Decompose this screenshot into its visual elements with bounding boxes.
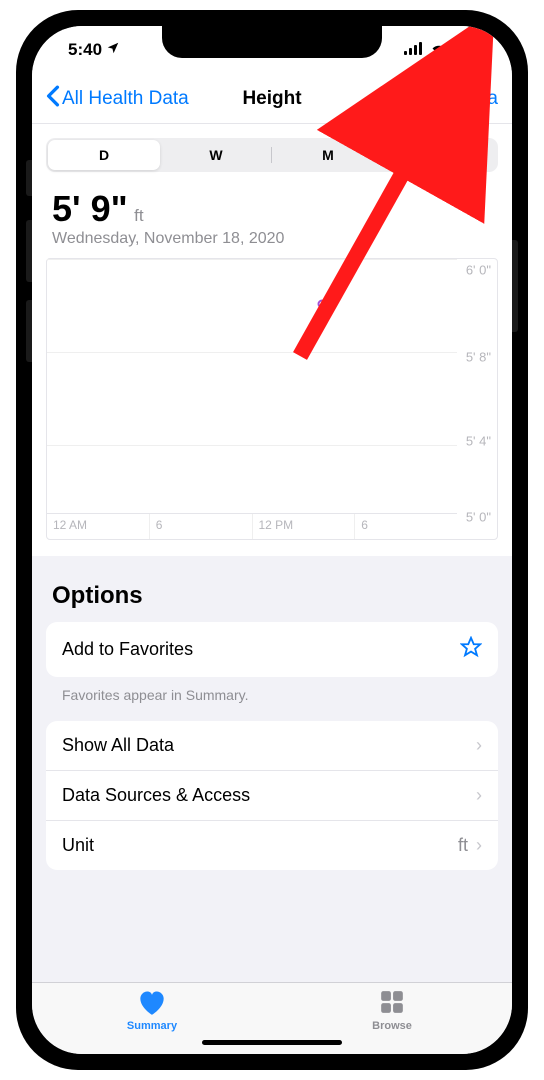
content-white: D W M Y 5' 9" ft Wednesday, November 18,… bbox=[32, 124, 512, 556]
chart-xlabel: 6 bbox=[354, 514, 457, 539]
back-label: All Health Data bbox=[62, 88, 189, 110]
chart-ylabel: 5' 8" bbox=[466, 350, 491, 365]
chart-data-point bbox=[317, 299, 326, 308]
segment-day[interactable]: D bbox=[48, 140, 160, 170]
measurement-date: Wednesday, November 18, 2020 bbox=[52, 230, 492, 248]
measurement-summary: 5' 9" ft Wednesday, November 18, 2020 bbox=[32, 182, 512, 250]
data-group: Show All Data › Data Sources & Access › … bbox=[46, 721, 498, 870]
cell-label: Data Sources & Access bbox=[62, 785, 250, 806]
time-range-segmented: D W M Y bbox=[46, 138, 498, 172]
tab-label: Browse bbox=[372, 1020, 412, 1032]
location-icon bbox=[106, 40, 120, 60]
chart-xaxis: 12 AM 6 12 PM 6 bbox=[47, 513, 457, 539]
options-title: Options bbox=[32, 572, 512, 622]
cell-label: Unit bbox=[62, 835, 94, 856]
page-title: Height bbox=[242, 88, 301, 110]
cellular-icon bbox=[404, 40, 424, 60]
chart-ylabel: 5' 4" bbox=[466, 434, 491, 449]
cell-label: Show All Data bbox=[62, 735, 174, 756]
phone-frame: 5:40 bbox=[16, 10, 528, 1070]
heart-icon bbox=[138, 989, 166, 1018]
wifi-icon bbox=[430, 40, 448, 60]
tab-label: Summary bbox=[127, 1020, 177, 1032]
chevron-right-icon: › bbox=[476, 835, 482, 856]
status-time: 5:40 bbox=[68, 40, 102, 60]
chevron-right-icon: › bbox=[476, 735, 482, 756]
chart-xlabel: 12 PM bbox=[252, 514, 355, 539]
star-icon bbox=[460, 636, 482, 663]
nav-bar: All Health Data Height Add Data bbox=[32, 74, 512, 124]
measurement-value: 5' 9" bbox=[52, 188, 128, 229]
measurement-unit: ft bbox=[134, 206, 143, 225]
options-section: Options Add to Favorites Favorites appea… bbox=[32, 556, 512, 982]
grid-icon bbox=[379, 989, 405, 1018]
chart-ylabel: 6' 0" bbox=[466, 263, 491, 278]
height-chart[interactable]: 6' 0" 5' 8" 5' 4" 5' 0" 12 AM 6 12 PM 6 bbox=[46, 258, 498, 540]
add-to-favorites-cell[interactable]: Add to Favorites bbox=[46, 622, 498, 677]
chevron-right-icon: › bbox=[476, 785, 482, 806]
chart-xlabel: 12 AM bbox=[47, 514, 149, 539]
cell-label: Add to Favorites bbox=[62, 639, 193, 660]
segment-year[interactable]: Y bbox=[384, 140, 496, 170]
segment-month[interactable]: M bbox=[272, 140, 384, 170]
battery-icon bbox=[454, 40, 482, 60]
notch bbox=[162, 26, 382, 58]
chart-xlabel: 6 bbox=[149, 514, 252, 539]
chevron-left-icon bbox=[46, 85, 60, 113]
show-all-data-cell[interactable]: Show All Data › bbox=[46, 721, 498, 770]
data-sources-cell[interactable]: Data Sources & Access › bbox=[46, 770, 498, 820]
favorites-group: Add to Favorites bbox=[46, 622, 498, 677]
segment-week[interactable]: W bbox=[160, 140, 272, 170]
add-data-button[interactable]: Add Data bbox=[419, 88, 498, 110]
unit-detail: ft bbox=[458, 835, 468, 856]
back-button[interactable]: All Health Data bbox=[46, 85, 189, 113]
unit-cell[interactable]: Unit ft › bbox=[46, 820, 498, 870]
screen: 5:40 bbox=[32, 26, 512, 1054]
favorites-footnote: Favorites appear in Summary. bbox=[32, 677, 512, 721]
chart-ylabel: 5' 0" bbox=[466, 509, 491, 524]
home-indicator[interactable] bbox=[202, 1040, 342, 1045]
